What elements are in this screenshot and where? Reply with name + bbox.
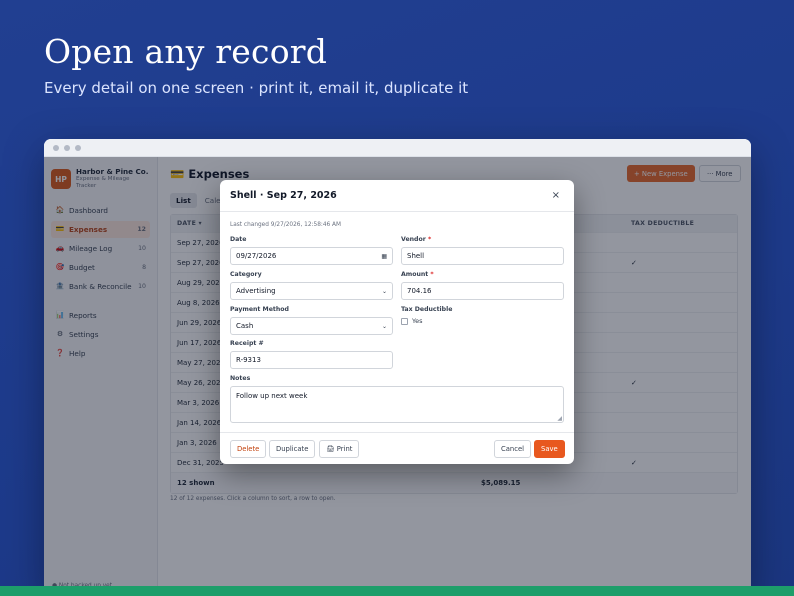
field-label: Notes: [230, 375, 251, 382]
field-label: Date: [230, 236, 247, 243]
window-dot-icon[interactable]: [64, 144, 70, 151]
window-dot-icon[interactable]: [53, 144, 59, 151]
notes-field-group: Notes Follow up next week ◢: [230, 375, 564, 423]
amount-field[interactable]: 704.16: [401, 282, 564, 300]
calendar-icon[interactable]: ▦: [381, 253, 387, 260]
field-label: Amount *: [401, 271, 434, 278]
receipt-field[interactable]: R-9313: [230, 351, 393, 369]
last-changed: Last changed 9/27/2026, 12:58:46 AM: [230, 222, 342, 228]
chevron-down-icon: ⌄: [381, 322, 387, 330]
category-value: Advertising: [236, 287, 276, 295]
notes-value: Follow up next week: [236, 392, 308, 400]
checkbox-label: Yes: [412, 317, 423, 325]
cancel-button[interactable]: Cancel: [494, 440, 532, 458]
field-label: Receipt #: [230, 340, 264, 347]
dialog-footer: Delete Duplicate 🖨 Print Cancel Save: [220, 432, 574, 464]
field-label: Vendor *: [401, 236, 432, 243]
chevron-down-icon: ⌄: [381, 287, 387, 295]
field-label: Tax Deductible: [401, 306, 453, 313]
save-button[interactable]: Save: [534, 440, 565, 458]
tax-deductible-checkbox[interactable]: Yes: [401, 317, 564, 325]
tax-deductible-group: Tax Deductible Yes: [401, 306, 564, 325]
hero-subtitle: Every detail on one screen · print it, e…: [44, 79, 469, 97]
expense-dialog: Shell · Sep 27, 2026 × Last changed 9/27…: [220, 180, 574, 464]
payment-method-field-group: Payment Method Cash ⌄: [230, 306, 393, 335]
receipt-value: R-9313: [236, 356, 261, 364]
payment-method-value: Cash: [236, 322, 254, 330]
delete-button[interactable]: Delete: [230, 440, 267, 458]
print-button[interactable]: 🖨 Print: [319, 440, 360, 458]
dialog-header: Shell · Sep 27, 2026 ×: [220, 180, 574, 212]
resize-handle-icon[interactable]: ◢: [557, 415, 562, 422]
date-value: 09/27/2026: [236, 252, 277, 260]
window-titlebar: [44, 139, 751, 157]
duplicate-button[interactable]: Duplicate: [269, 440, 316, 458]
payment-method-select[interactable]: Cash ⌄: [230, 317, 393, 335]
date-field[interactable]: 09/27/2026 ▦: [230, 247, 393, 265]
category-select[interactable]: Advertising ⌄: [230, 282, 393, 300]
dialog-title: Shell · Sep 27, 2026: [230, 190, 337, 201]
checkbox-box[interactable]: [401, 317, 408, 325]
notes-textarea[interactable]: Follow up next week ◢: [230, 386, 564, 423]
close-icon[interactable]: ×: [552, 190, 564, 201]
bottom-accent-strip: [0, 586, 794, 596]
date-field-group: Date 09/27/2026 ▦: [230, 236, 393, 265]
window-dot-icon[interactable]: [75, 144, 81, 151]
field-label: Category: [230, 271, 262, 278]
vendor-value: Shell: [407, 252, 425, 260]
vendor-field-group: Vendor * Shell: [401, 236, 564, 265]
hero-title: Open any record: [44, 32, 328, 71]
amount-value: 704.16: [407, 287, 432, 295]
category-field-group: Category Advertising ⌄: [230, 271, 393, 300]
vendor-field[interactable]: Shell: [401, 247, 564, 265]
receipt-field-group: Receipt # R-9313: [230, 340, 393, 369]
field-label: Payment Method: [230, 306, 289, 313]
amount-field-group: Amount * 704.16: [401, 271, 564, 300]
